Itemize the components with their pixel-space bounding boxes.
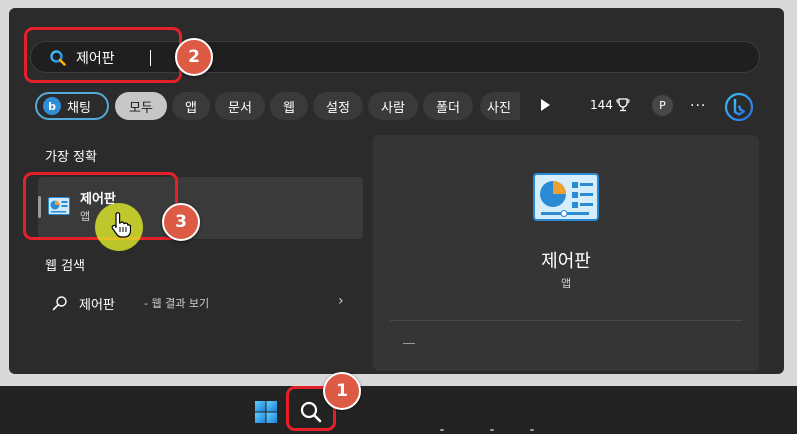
search-icon [52, 295, 68, 311]
more-options-icon[interactable]: ··· [690, 98, 706, 114]
step-badge-2: 2 [175, 38, 213, 76]
step-badge-1: 1 [323, 372, 361, 410]
taskbar-indicator [490, 429, 494, 431]
filter-settings[interactable]: 설정 [313, 92, 363, 120]
rewards-points-value: 144 [590, 98, 613, 112]
filter-photos[interactable]: 사진 [480, 92, 520, 120]
filter-apps[interactable]: 앱 [172, 92, 210, 120]
web-search-query: 제어판 [79, 298, 115, 313]
play-icon[interactable] [541, 99, 550, 111]
taskbar [0, 386, 797, 434]
rewards-points[interactable]: 144 [590, 98, 630, 112]
control-panel-icon [533, 173, 599, 221]
step-badge-3: 3 [162, 203, 200, 241]
filter-web-label: 웹 [283, 100, 295, 116]
detail-pane: 제어판 앱 [373, 135, 759, 371]
chevron-right-icon: › [338, 293, 344, 309]
filter-photos-label: 사진 [487, 100, 511, 116]
filter-web[interactable]: 웹 [270, 92, 308, 120]
avatar[interactable]: P [652, 95, 673, 116]
filter-documents[interactable]: 문서 [215, 92, 265, 120]
filter-documents-label: 문서 [228, 100, 252, 116]
filter-people[interactable]: 사람 [368, 92, 418, 120]
bing-icon[interactable] [724, 92, 754, 122]
detail-title: 제어판 [541, 251, 591, 272]
windows-start-icon[interactable] [254, 400, 278, 424]
highlight-search-box [24, 27, 182, 83]
detail-subtitle: 앱 [560, 277, 572, 290]
open-action-placeholder[interactable] [403, 343, 415, 344]
filter-settings-label: 설정 [326, 100, 350, 116]
taskbar-indicator [530, 429, 534, 431]
filter-folders-label: 폴더 [436, 100, 460, 116]
hand-cursor-icon [109, 212, 132, 238]
filter-all[interactable]: 모두 [115, 92, 167, 120]
web-search-result[interactable]: 제어판 - 웹 결과 보기 › [38, 287, 363, 319]
filter-folders[interactable]: 폴더 [423, 92, 473, 120]
filter-bing-chat-label: 채팅 [67, 100, 91, 116]
trophy-icon [616, 98, 630, 112]
taskbar-indicator [440, 429, 444, 431]
divider [390, 320, 742, 321]
filter-photos-clip: 사진 [480, 92, 520, 120]
filter-apps-label: 앱 [185, 100, 197, 116]
filter-bing-chat[interactable]: b 채팅 [35, 92, 109, 120]
best-match-heading: 가장 정확 [45, 150, 97, 165]
web-search-suffix: - 웹 결과 보기 [144, 297, 210, 310]
bing-chat-icon: b [43, 97, 61, 115]
web-search-heading: 웹 검색 [45, 259, 86, 274]
filter-people-label: 사람 [381, 100, 405, 116]
filter-all-label: 모두 [129, 100, 153, 116]
